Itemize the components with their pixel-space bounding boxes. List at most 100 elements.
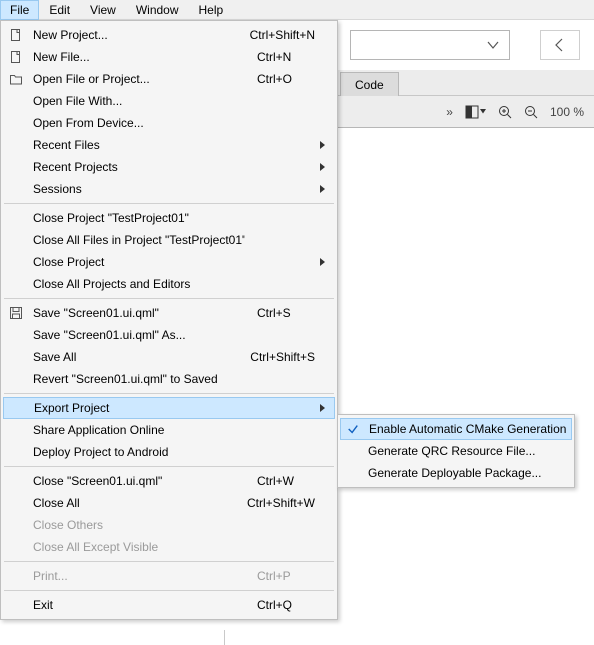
menu-item-shortcut: Ctrl+Q — [245, 598, 315, 612]
zoom-in-icon — [498, 105, 512, 119]
menu-item-close-all-files-in-project-testproject01[interactable]: Close All Files in Project "TestProject0… — [3, 229, 335, 251]
menu-item-revert-screen01-ui-qml-to-saved[interactable]: Revert "Screen01.ui.qml" to Saved — [3, 368, 335, 390]
square-half-icon — [465, 105, 479, 119]
new-file-icon — [9, 50, 23, 64]
file-menu-dropdown: New Project...Ctrl+Shift+NNew File...Ctr… — [0, 20, 338, 620]
tab-code[interactable]: Code — [340, 72, 399, 97]
menu-edit[interactable]: Edit — [39, 0, 80, 20]
submenu-arrow — [315, 255, 329, 269]
file-selector-combo[interactable] — [350, 30, 510, 60]
submenu-item-label: Enable Automatic CMake Generation — [365, 422, 566, 436]
export-project-submenu: Enable Automatic CMake Generation Generat… — [337, 414, 575, 488]
menu-item-open-file-or-project[interactable]: Open File or Project...Ctrl+O — [3, 68, 335, 90]
menu-item-shortcut: Ctrl+Shift+W — [235, 496, 315, 510]
menu-item-shortcut: Ctrl+Shift+N — [238, 28, 315, 42]
menu-item-recent-projects[interactable]: Recent Projects — [3, 156, 335, 178]
editor-toolbar: » 100 % — [338, 96, 594, 128]
menu-item-close-all[interactable]: Close AllCtrl+Shift+W — [3, 492, 335, 514]
submenu-item-generate-qrc-resource-file[interactable]: Generate QRC Resource File... — [340, 440, 572, 462]
menu-item-label: New Project... — [29, 28, 238, 42]
submenu-item-generate-deployable-package[interactable]: Generate Deployable Package... — [340, 462, 572, 484]
menu-item-export-project[interactable]: Export Project — [3, 397, 335, 419]
menu-item-label: Close All Projects and Editors — [29, 277, 245, 291]
menu-item-label: Deploy Project to Android — [29, 445, 245, 459]
menu-separator — [4, 298, 334, 299]
menu-help[interactable]: Help — [189, 0, 234, 20]
menu-view[interactable]: View — [80, 0, 126, 20]
menu-item-deploy-project-to-android[interactable]: Deploy Project to Android — [3, 441, 335, 463]
menu-item-shortcut: Ctrl+W — [245, 474, 315, 488]
menu-item-exit[interactable]: ExitCtrl+Q — [3, 594, 335, 616]
submenu-arrow — [315, 138, 329, 152]
menu-item-icon-slot — [3, 306, 29, 320]
menu-item-label: Close Others — [29, 518, 245, 532]
menu-item-shortcut: Ctrl+N — [245, 50, 315, 64]
menu-item-close-project-testproject01[interactable]: Close Project "TestProject01" — [3, 207, 335, 229]
menu-item-label: Sessions — [29, 182, 245, 196]
menu-window[interactable]: Window — [126, 0, 189, 20]
submenu-item-enable-automatic-cmake-generation[interactable]: Enable Automatic CMake Generation — [340, 418, 572, 440]
zoom-in-button[interactable] — [498, 105, 512, 119]
tab-bar: Code — [338, 70, 594, 96]
menu-item-close-screen01-ui-qml[interactable]: Close "Screen01.ui.qml"Ctrl+W — [3, 470, 335, 492]
menu-item-sessions[interactable]: Sessions — [3, 178, 335, 200]
dropdown-triangle-icon — [480, 109, 486, 115]
menu-item-label: Revert "Screen01.ui.qml" to Saved — [29, 372, 245, 386]
menu-separator — [4, 393, 334, 394]
menu-item-share-application-online[interactable]: Share Application Online — [3, 419, 335, 441]
menu-item-label: Save All — [29, 350, 238, 364]
menu-item-label: Print... — [29, 569, 245, 583]
menu-item-label: Close Project — [29, 255, 245, 269]
menu-item-label: Open From Device... — [29, 116, 245, 130]
menu-item-close-project[interactable]: Close Project — [3, 251, 335, 273]
new-project-icon — [9, 28, 23, 42]
menu-item-label: Share Application Online — [29, 423, 245, 437]
menu-item-label: Save "Screen01.ui.qml" As... — [29, 328, 245, 342]
menu-item-shortcut: Ctrl+Shift+S — [238, 350, 315, 364]
menu-item-label: Export Project — [30, 401, 245, 415]
menu-item-save-screen01-ui-qml[interactable]: Save "Screen01.ui.qml"Ctrl+S — [3, 302, 335, 324]
chevron-left-icon — [552, 37, 568, 53]
menu-item-open-from-device[interactable]: Open From Device... — [3, 112, 335, 134]
menu-file[interactable]: File — [0, 0, 39, 20]
submenu-arrow — [315, 160, 329, 174]
menu-item-icon-slot — [3, 72, 29, 86]
menu-item-icon-slot — [3, 50, 29, 64]
menu-item-new-file[interactable]: New File...Ctrl+N — [3, 46, 335, 68]
menu-item-new-project[interactable]: New Project...Ctrl+Shift+N — [3, 24, 335, 46]
layout-icon[interactable] — [465, 105, 486, 119]
zoom-level[interactable]: 100 % — [550, 105, 584, 119]
chevron-down-icon — [485, 37, 501, 53]
menu-item-label: Open File With... — [29, 94, 245, 108]
menu-item-shortcut: Ctrl+P — [245, 569, 315, 583]
submenu-item-label: Generate QRC Resource File... — [364, 444, 566, 458]
menu-separator — [4, 203, 334, 204]
menu-item-print: Print...Ctrl+P — [3, 565, 335, 587]
open-folder-icon — [9, 72, 23, 86]
back-button[interactable] — [540, 30, 580, 60]
checkmark-icon — [341, 423, 365, 435]
menu-item-shortcut: Ctrl+S — [245, 306, 315, 320]
menu-item-close-all-except-visible: Close All Except Visible — [3, 536, 335, 558]
content-divider — [224, 630, 225, 645]
menu-item-close-others: Close Others — [3, 514, 335, 536]
menu-item-label: Save "Screen01.ui.qml" — [29, 306, 245, 320]
zoom-out-button[interactable] — [524, 105, 538, 119]
menu-item-save-screen01-ui-qml-as[interactable]: Save "Screen01.ui.qml" As... — [3, 324, 335, 346]
menu-separator — [4, 466, 334, 467]
menu-item-label: Close Project "TestProject01" — [29, 211, 245, 225]
menu-item-label: Close "Screen01.ui.qml" — [29, 474, 245, 488]
menu-item-recent-files[interactable]: Recent Files — [3, 134, 335, 156]
menu-item-label: Close All Files in Project "TestProject0… — [29, 233, 245, 247]
menu-item-label: Recent Files — [29, 138, 245, 152]
menubar: FileEditViewWindowHelp — [0, 0, 594, 20]
menu-separator — [4, 590, 334, 591]
menu-item-open-file-with[interactable]: Open File With... — [3, 90, 335, 112]
menu-item-icon-slot — [3, 28, 29, 42]
menu-item-close-all-projects-and-editors[interactable]: Close All Projects and Editors — [3, 273, 335, 295]
menu-separator — [4, 561, 334, 562]
save-icon — [9, 306, 23, 320]
menu-item-save-all[interactable]: Save AllCtrl+Shift+S — [3, 346, 335, 368]
more-button[interactable]: » — [446, 105, 453, 119]
menu-item-label: Exit — [29, 598, 245, 612]
